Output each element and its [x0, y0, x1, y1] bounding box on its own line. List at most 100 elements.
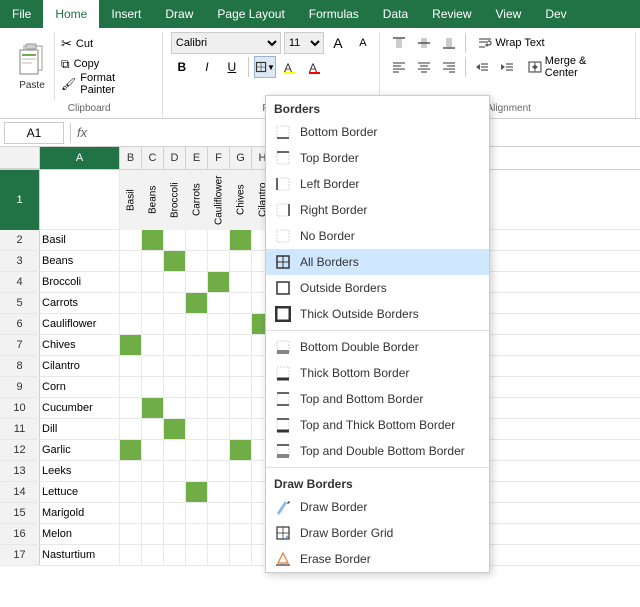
- data-cell[interactable]: [120, 440, 142, 460]
- data-cell[interactable]: [142, 482, 164, 502]
- data-cell[interactable]: [208, 419, 230, 439]
- tab-file[interactable]: File: [0, 0, 43, 28]
- data-cell[interactable]: [142, 461, 164, 481]
- cell-label[interactable]: Corn: [40, 377, 120, 397]
- thick-bottom-border-item[interactable]: Thick Bottom Border: [266, 360, 489, 386]
- data-cell[interactable]: [164, 377, 186, 397]
- data-cell[interactable]: [120, 272, 142, 292]
- row-header-16[interactable]: 16: [0, 524, 40, 544]
- col-header-G[interactable]: G: [230, 147, 252, 169]
- data-cell[interactable]: [120, 461, 142, 481]
- data-cell[interactable]: [230, 293, 252, 313]
- col-header-D[interactable]: D: [164, 147, 186, 169]
- align-left-button[interactable]: [388, 56, 410, 78]
- align-bottom-button[interactable]: [438, 32, 460, 54]
- tab-home[interactable]: Home: [43, 0, 99, 28]
- data-cell[interactable]: [230, 377, 252, 397]
- data-cell[interactable]: [208, 314, 230, 334]
- cell-label[interactable]: Melon: [40, 524, 120, 544]
- wrap-text-button[interactable]: Wrap Text: [471, 32, 551, 54]
- data-cell[interactable]: [230, 314, 252, 334]
- data-cell[interactable]: [142, 377, 164, 397]
- data-cell[interactable]: [120, 377, 142, 397]
- data-cell[interactable]: [208, 482, 230, 502]
- data-cell[interactable]: [142, 419, 164, 439]
- tab-dev[interactable]: Dev: [533, 0, 578, 28]
- bold-button[interactable]: B: [171, 56, 193, 78]
- data-cell[interactable]: [142, 440, 164, 460]
- copy-button[interactable]: ⧉ Copy: [57, 54, 156, 74]
- cell-label[interactable]: Broccoli: [40, 272, 120, 292]
- fill-color-button[interactable]: A: [279, 56, 301, 78]
- data-cell[interactable]: [208, 272, 230, 292]
- data-cell[interactable]: [142, 524, 164, 544]
- data-cell[interactable]: [164, 419, 186, 439]
- paste-button[interactable]: Paste: [10, 32, 55, 100]
- data-cell[interactable]: [230, 524, 252, 544]
- row-header-7[interactable]: 7: [0, 335, 40, 355]
- cell-A1[interactable]: [40, 170, 120, 230]
- borders-button[interactable]: ▼: [254, 56, 276, 78]
- col-header-F[interactable]: F: [208, 147, 230, 169]
- tab-formulas[interactable]: Formulas: [297, 0, 371, 28]
- cell-reference[interactable]: A1: [4, 122, 64, 144]
- data-cell[interactable]: [186, 419, 208, 439]
- italic-button[interactable]: I: [196, 56, 218, 78]
- top-bottom-border-item[interactable]: Top and Bottom Border: [266, 386, 489, 412]
- top-thick-bottom-border-item[interactable]: Top and Thick Bottom Border: [266, 412, 489, 438]
- erase-border-item[interactable]: Erase Border: [266, 546, 489, 572]
- align-right-button[interactable]: [438, 56, 460, 78]
- indent-decrease-button[interactable]: [471, 56, 493, 78]
- draw-border-grid-item[interactable]: Draw Border Grid: [266, 520, 489, 546]
- cell-label[interactable]: Cucumber: [40, 398, 120, 418]
- tab-insert[interactable]: Insert: [99, 0, 153, 28]
- data-cell[interactable]: [164, 293, 186, 313]
- row-header-1[interactable]: 1: [0, 170, 40, 230]
- data-cell[interactable]: [142, 545, 164, 565]
- data-cell[interactable]: [120, 482, 142, 502]
- bottom-double-border-item[interactable]: Bottom Double Border: [266, 334, 489, 360]
- data-cell[interactable]: [164, 461, 186, 481]
- data-cell[interactable]: [186, 314, 208, 334]
- data-cell[interactable]: [142, 335, 164, 355]
- data-cell[interactable]: [230, 461, 252, 481]
- tab-review[interactable]: Review: [420, 0, 483, 28]
- data-cell[interactable]: [142, 272, 164, 292]
- cell-label[interactable]: Garlic: [40, 440, 120, 460]
- data-cell[interactable]: [208, 545, 230, 565]
- cell-label[interactable]: Carrots: [40, 293, 120, 313]
- cell-label[interactable]: Cilantro: [40, 356, 120, 376]
- align-top-button[interactable]: [388, 32, 410, 54]
- data-cell[interactable]: [230, 356, 252, 376]
- font-increase-button[interactable]: A: [327, 32, 349, 54]
- col-header-A[interactable]: A: [40, 147, 120, 169]
- data-cell[interactable]: [142, 314, 164, 334]
- data-cell[interactable]: [186, 356, 208, 376]
- cell-label[interactable]: Beans: [40, 251, 120, 271]
- no-border-item[interactable]: No Border: [266, 223, 489, 249]
- data-cell[interactable]: [230, 398, 252, 418]
- data-cell[interactable]: [120, 545, 142, 565]
- underline-button[interactable]: U: [221, 56, 243, 78]
- outside-borders-item[interactable]: Outside Borders: [266, 275, 489, 301]
- format-painter-button[interactable]: 🖌 Format Painter: [57, 74, 156, 94]
- data-cell[interactable]: [164, 482, 186, 502]
- data-cell[interactable]: [164, 335, 186, 355]
- col-header-B[interactable]: B: [120, 147, 142, 169]
- cell-label[interactable]: Leeks: [40, 461, 120, 481]
- row-header-14[interactable]: 14: [0, 482, 40, 502]
- cell-label[interactable]: Dill: [40, 419, 120, 439]
- data-cell[interactable]: [208, 503, 230, 523]
- data-cell[interactable]: [186, 293, 208, 313]
- row-header-5[interactable]: 5: [0, 293, 40, 313]
- data-cell[interactable]: [120, 503, 142, 523]
- row-header-8[interactable]: 8: [0, 356, 40, 376]
- data-cell[interactable]: [230, 503, 252, 523]
- font-size-select[interactable]: 11: [284, 32, 324, 54]
- all-borders-item[interactable]: All Borders: [266, 249, 489, 275]
- data-cell[interactable]: [208, 230, 230, 250]
- row-header-3[interactable]: 3: [0, 251, 40, 271]
- align-center-button[interactable]: [413, 56, 435, 78]
- data-cell[interactable]: [142, 230, 164, 250]
- data-cell[interactable]: [164, 440, 186, 460]
